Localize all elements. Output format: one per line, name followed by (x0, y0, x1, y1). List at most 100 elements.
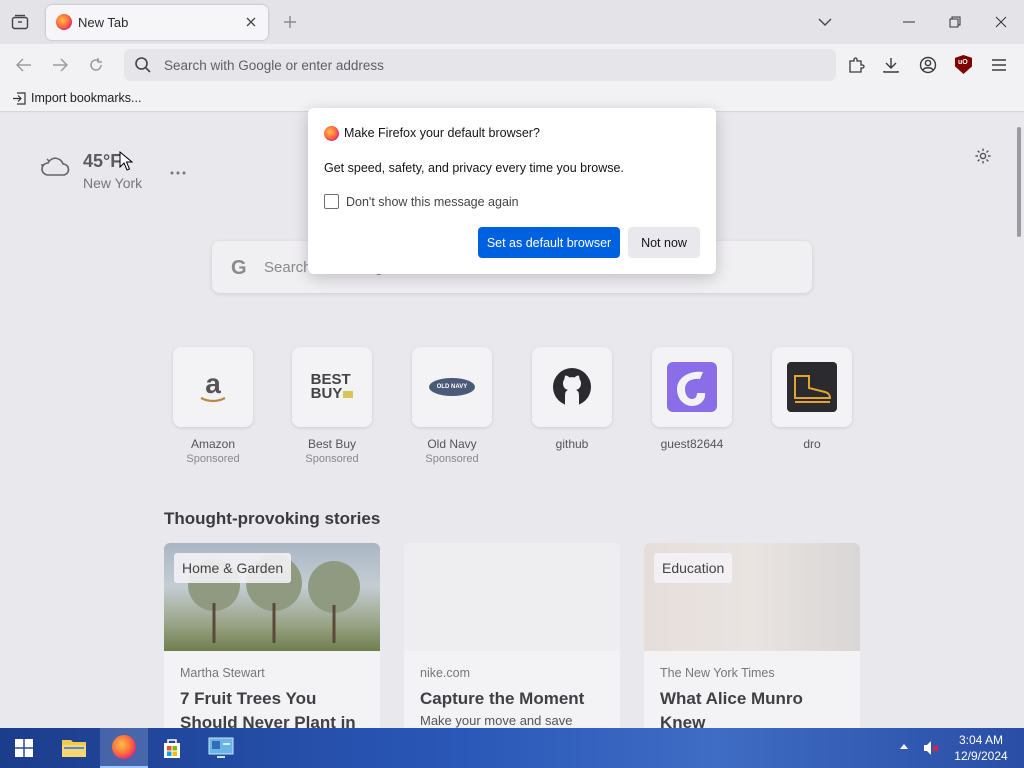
top-site-label: Old Navy (427, 437, 477, 451)
store-taskbar-button[interactable] (148, 728, 196, 768)
account-button[interactable] (916, 53, 940, 77)
close-tab-button[interactable] (242, 13, 260, 31)
personalize-button[interactable] (972, 145, 994, 167)
start-button[interactable] (0, 728, 48, 768)
download-icon (883, 58, 899, 73)
plus-icon (284, 16, 296, 28)
account-icon (919, 56, 937, 74)
firefox-icon (112, 735, 136, 759)
restore-button[interactable] (943, 10, 967, 34)
chevron-up-icon (900, 744, 908, 749)
top-site-old-navy[interactable]: OLD NAVY Old Navy Sponsored (409, 347, 495, 465)
dro-boot-icon (787, 362, 837, 412)
tab-title: New Tab (78, 15, 129, 30)
clock-date: 12/9/2024 (954, 749, 1008, 763)
top-site-label: github (555, 437, 589, 451)
remote-desktop-icon (208, 737, 234, 758)
top-site-github[interactable]: github (529, 347, 615, 453)
top-site-label: guest82644 (660, 437, 724, 451)
clock-time: 3:04 AM (958, 733, 1004, 747)
story-source: Martha Stewart (180, 666, 265, 680)
old-navy-logo: OLD NAVY (429, 378, 475, 396)
story-source: The New York Times (660, 666, 775, 680)
url-input[interactable] (164, 49, 824, 81)
restore-icon (949, 16, 961, 28)
top-site-amazon[interactable]: a Amazon Sponsored (170, 347, 256, 465)
extensions-button[interactable] (844, 53, 868, 77)
firefox-view-icon (11, 14, 29, 30)
top-sites: a Amazon Sponsored BEST BUY Best Buy Spo… (170, 347, 870, 477)
tab-new-tab[interactable]: New Tab (46, 5, 268, 40)
github-icon (553, 368, 591, 406)
tab-strip: New Tab (0, 0, 1024, 44)
reload-button[interactable] (84, 53, 108, 77)
hamburger-menu-icon (992, 59, 1006, 71)
top-site-guest82644[interactable]: guest82644 (649, 347, 735, 453)
new-tab-button[interactable] (280, 12, 300, 32)
search-icon (135, 57, 151, 73)
story-subtitle: Make your move and save (420, 713, 573, 728)
firefox-icon (324, 126, 339, 141)
store-icon (164, 739, 180, 758)
file-explorer-taskbar-button[interactable] (50, 728, 98, 768)
dont-show-again-label[interactable]: Don't show this message again (346, 195, 519, 209)
firefox-icon (56, 14, 72, 30)
arrow-left-icon (16, 58, 31, 72)
story-card[interactable]: Home & Garden Martha Stewart 7 Fruit Tre… (164, 543, 380, 728)
story-category-badge: Home & Garden (174, 553, 292, 583)
dialog-title: Make Firefox your default browser? (344, 126, 540, 140)
story-headline: 7 Fruit Trees You Should Never Plant in (180, 689, 356, 728)
google-icon: G (231, 257, 247, 279)
weather-context-menu-button[interactable] (170, 159, 186, 180)
not-now-button[interactable]: Not now (628, 227, 700, 258)
default-browser-dialog: Make Firefox your default browser? Get s… (308, 108, 716, 274)
cloud-icon (41, 157, 70, 176)
svg-text:a: a (205, 368, 221, 399)
set-default-browser-button[interactable]: Set as default browser (478, 227, 620, 258)
mouse-cursor-icon (119, 151, 133, 171)
forward-button[interactable] (48, 53, 72, 77)
sponsored-label: Sponsored (186, 453, 240, 465)
story-source: nike.com (420, 666, 471, 680)
chevron-down-icon (818, 18, 832, 26)
import-bookmarks-button[interactable]: Import bookmarks... (12, 91, 141, 105)
remote-desktop-taskbar-button[interactable] (197, 728, 245, 768)
show-hidden-icons-button[interactable] (900, 741, 908, 752)
folder-icon (62, 740, 86, 757)
top-site-label: dro (803, 437, 821, 451)
firefox-taskbar-button[interactable] (100, 728, 148, 768)
url-bar[interactable] (124, 49, 836, 81)
list-all-tabs-button[interactable] (813, 10, 837, 34)
gear-icon (975, 148, 991, 164)
top-site-label: Amazon (190, 437, 236, 451)
top-site-dro[interactable]: dro (769, 347, 855, 453)
sponsored-label: Sponsored (305, 453, 359, 465)
close-window-button[interactable] (989, 10, 1013, 34)
back-button[interactable] (12, 53, 36, 77)
close-icon (995, 16, 1007, 28)
scrollbar-thumb[interactable] (1017, 127, 1021, 237)
taskbar: 3:04 AM 12/9/2024 (0, 728, 1024, 768)
weather-temperature: 45°F (83, 151, 122, 171)
story-card[interactable]: Education The New York Times What Alice … (644, 543, 860, 728)
navigation-toolbar (0, 44, 1024, 86)
dont-show-again-checkbox[interactable] (324, 194, 339, 209)
best-buy-logo: BEST BUY (311, 372, 354, 401)
volume-muted-icon[interactable] (922, 739, 940, 757)
puzzle-icon (849, 57, 865, 73)
stories-heading: Thought-provoking stories (164, 509, 381, 528)
downloads-button[interactable] (879, 53, 903, 77)
minimize-button[interactable] (897, 10, 921, 34)
top-site-best-buy[interactable]: BEST BUY Best Buy Sponsored (289, 347, 375, 465)
minimize-icon (903, 21, 915, 23)
windows-logo-icon (15, 739, 33, 757)
reload-icon (90, 58, 102, 71)
firefox-view-button[interactable] (8, 11, 32, 33)
taskbar-clock[interactable]: 3:04 AM 12/9/2024 (950, 732, 1012, 764)
story-category-badge: Education (654, 553, 733, 583)
story-image (404, 543, 620, 651)
weather-city: New York (83, 175, 143, 191)
story-card[interactable]: nike.com Capture the Moment Make your mo… (404, 543, 620, 728)
app-menu-button[interactable] (987, 53, 1011, 77)
top-site-label: Best Buy (307, 437, 357, 451)
